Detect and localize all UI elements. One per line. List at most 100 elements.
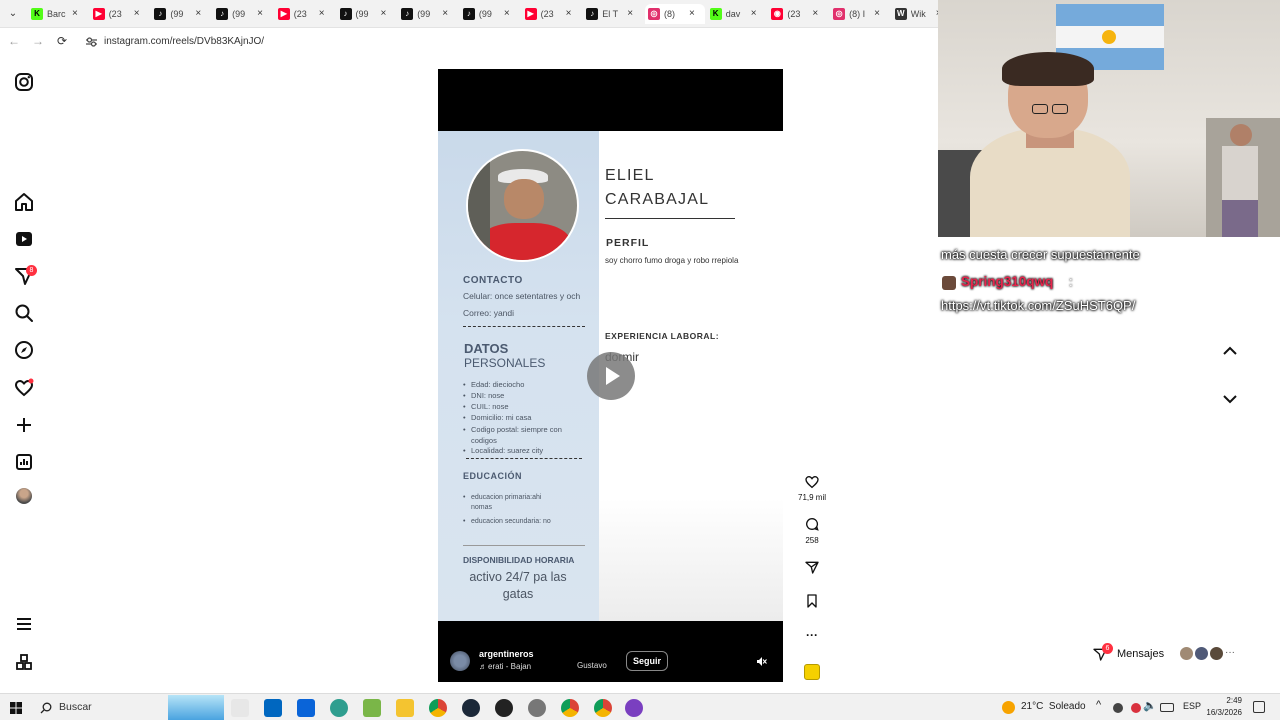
taskbar-chrome-icon[interactable] [594, 699, 612, 717]
tab-close-icon[interactable]: × [381, 4, 387, 24]
taskbar-steam-icon[interactable] [462, 699, 480, 717]
message-avatar[interactable] [1194, 646, 1209, 661]
forward-arrow-icon[interactable]: → [30, 34, 46, 48]
clock-time[interactable]: 2:49 [1204, 696, 1242, 705]
taskbar-edge-icon[interactable] [330, 699, 348, 717]
browser-tab[interactable]: ♪ (99 × [213, 4, 273, 24]
author-username[interactable]: argentineros [479, 649, 534, 659]
more-options-button[interactable]: ··· [798, 628, 826, 642]
browser-tab[interactable]: ♪ (99 × [151, 4, 211, 24]
tab-close-icon[interactable]: × [257, 4, 263, 24]
tab-favicon-icon: ◉ [771, 8, 784, 20]
previous-reel-chevron-up-icon[interactable] [1220, 344, 1240, 358]
taskbar-file-explorer-icon[interactable] [396, 699, 414, 717]
clock-date[interactable]: 16/3/2026 [1200, 708, 1242, 717]
browser-tab[interactable]: ♪ (99 × [337, 4, 397, 24]
cv-datos-item: Domicilio: mi casa [463, 413, 531, 422]
browser-tab[interactable]: ♪ El T × [583, 4, 643, 24]
taskbar-app-icon[interactable] [363, 699, 381, 717]
cv-datos-item: Edad: dieciocho [463, 380, 524, 389]
tray-app-icon[interactable] [1113, 703, 1123, 713]
author-avatar[interactable] [450, 651, 470, 671]
share-icon[interactable] [798, 559, 826, 575]
back-arrow-icon[interactable]: ← [6, 34, 22, 48]
home-icon[interactable] [12, 190, 36, 214]
tab-close-icon[interactable]: × [442, 4, 448, 24]
taskbar-outlook-icon[interactable] [297, 699, 315, 717]
comment-icon[interactable] [798, 516, 826, 532]
more-menu-icon[interactable] [12, 612, 36, 636]
tab-close-icon[interactable]: × [72, 4, 78, 24]
browser-tab[interactable]: ◉ (23 × [768, 4, 828, 24]
explore-icon[interactable] [12, 338, 36, 362]
reel-footer: argentineros ♬ erati - Bajan Gustavo Seg… [438, 621, 783, 682]
browser-tab[interactable]: ◎ (8) I × [830, 4, 890, 24]
address-bar: ← → ⟳ instagram.com/reels/DVb83KAjnJO/ [0, 28, 938, 56]
tab-close-icon[interactable]: × [566, 4, 572, 24]
speaker-icon[interactable]: 🔈 [1143, 699, 1157, 712]
reload-icon[interactable]: ⟳ [54, 34, 70, 48]
site-settings-icon[interactable] [86, 37, 97, 47]
dashboard-icon[interactable] [12, 450, 36, 474]
like-heart-icon[interactable] [798, 474, 826, 490]
input-language[interactable]: ESP [1183, 701, 1201, 711]
tab-close-icon[interactable]: × [504, 4, 510, 24]
browser-tab[interactable]: ▶ (23 × [275, 4, 335, 24]
cv-divider [466, 458, 582, 459]
tab-close-icon[interactable]: × [812, 4, 818, 24]
tab-close-icon[interactable]: × [874, 4, 880, 24]
browser-tab[interactable]: ◎ (8) × [645, 4, 705, 24]
tab-close-icon[interactable]: × [195, 4, 201, 24]
create-plus-icon[interactable] [12, 413, 36, 437]
browser-tab[interactable]: ♪ (99 × [460, 4, 520, 24]
tab-close-icon[interactable]: × [319, 4, 325, 24]
search-icon[interactable] [12, 301, 36, 325]
message-avatar[interactable] [1209, 646, 1224, 661]
profile-avatar[interactable] [16, 488, 32, 504]
play-button[interactable] [587, 352, 635, 400]
tab-close-icon[interactable]: × [134, 4, 140, 24]
browser-tab[interactable]: K Barc × [28, 4, 88, 24]
message-avatar[interactable] [1179, 646, 1194, 661]
cv-datos-heading-2: PERSONALES [464, 356, 546, 370]
taskbar-chrome-icon[interactable] [561, 699, 579, 717]
also-from-meta-icon[interactable] [12, 650, 36, 674]
taskbar-chrome-icon[interactable] [429, 699, 447, 717]
browser-tab[interactable]: ▶ (23 × [522, 4, 582, 24]
tab-close-icon[interactable]: × [751, 4, 757, 24]
taskbar-settings-icon[interactable] [528, 699, 546, 717]
mute-icon[interactable] [756, 656, 767, 667]
tagged-user[interactable]: Gustavo [577, 661, 607, 670]
notifications-heart-icon[interactable] [12, 376, 36, 400]
taskbar-app-icon[interactable] [495, 699, 513, 717]
tab-favicon-icon: ◎ [648, 8, 660, 20]
messages-label[interactable]: Mensajes [1117, 648, 1164, 660]
url-field[interactable]: instagram.com/reels/DVb83KAjnJO/ [104, 36, 264, 47]
instagram-logo-icon[interactable] [12, 70, 36, 94]
audio-track[interactable]: erati - Bajan [488, 662, 531, 671]
browser-tab[interactable]: ♪ (99 × [398, 4, 458, 24]
weather-text[interactable]: 21°C Soleado [1021, 701, 1086, 712]
cv-left-column: CONTACTO Celular: once setentatres y och… [438, 131, 599, 621]
notification-center-icon[interactable] [1253, 701, 1265, 713]
browser-tab[interactable]: ▶ (23 × [90, 4, 150, 24]
tray-app-icon[interactable] [1131, 703, 1141, 713]
tab-close-icon[interactable]: × [627, 4, 633, 24]
audio-thumbnail[interactable] [804, 664, 820, 680]
reels-icon[interactable] [12, 227, 36, 251]
system-tray-chevron-icon[interactable]: ^ [1096, 699, 1101, 711]
tab-list-menu-button[interactable]: ⌄ [4, 6, 22, 22]
keyboard-icon[interactable] [1160, 703, 1174, 712]
taskbar-app-icon[interactable] [625, 699, 643, 717]
taskbar-app-store-icon[interactable] [264, 699, 282, 717]
browser-tab[interactable]: Kdav × [707, 4, 767, 24]
taskbar-search-icon[interactable] [40, 702, 52, 714]
tab-favicon-icon: ▶ [277, 8, 290, 20]
windows-start-icon[interactable] [10, 702, 22, 714]
taskbar-search-field[interactable]: Buscar [59, 701, 92, 713]
tab-close-icon[interactable]: × [689, 4, 695, 24]
task-view-icon[interactable] [231, 699, 249, 717]
follow-button[interactable]: Seguir [626, 651, 669, 671]
next-reel-chevron-down-icon[interactable] [1220, 392, 1240, 406]
save-bookmark-icon[interactable] [798, 593, 826, 609]
